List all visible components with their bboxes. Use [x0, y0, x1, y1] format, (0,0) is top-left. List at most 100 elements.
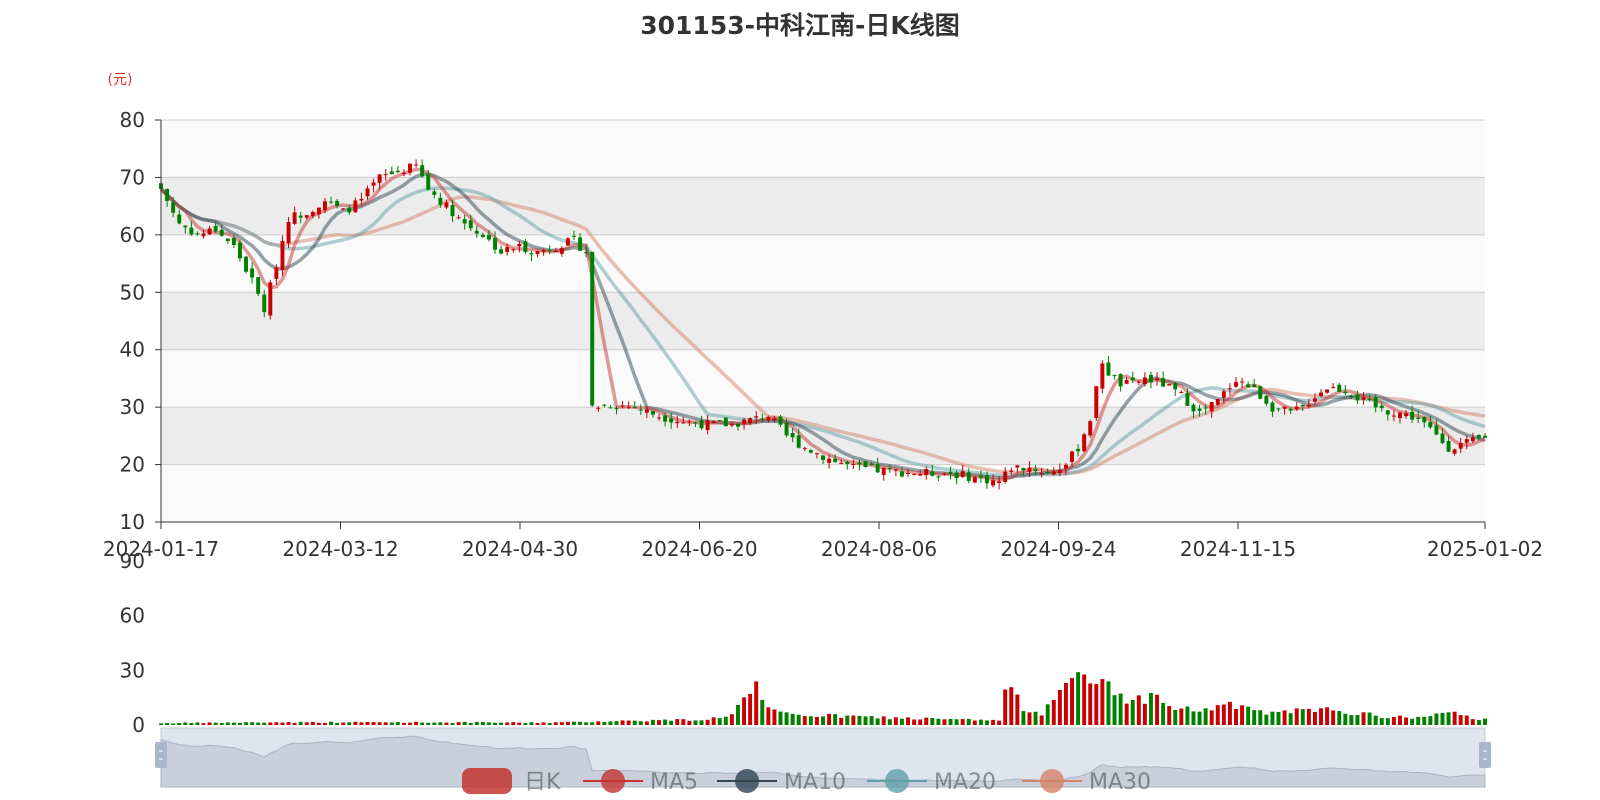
candle-body: [280, 240, 285, 270]
volume-bar: [808, 716, 813, 725]
candle-body: [827, 458, 832, 463]
volume-bar: [608, 721, 613, 725]
volume-bar: [420, 722, 425, 725]
candle-body: [772, 418, 777, 421]
candle-body: [1051, 471, 1056, 475]
candle-body: [711, 421, 716, 424]
volume-bar: [669, 720, 674, 725]
candle-body: [1483, 435, 1487, 438]
volume-bar: [1470, 719, 1475, 725]
volume-bar: [280, 722, 285, 725]
volume-bar: [1361, 712, 1366, 725]
candle: [268, 279, 273, 320]
y-tick-label: 40: [120, 338, 145, 362]
candle-body: [924, 469, 929, 476]
volume-bar: [298, 721, 303, 725]
volume-bar: [523, 722, 528, 725]
volume-bar: [875, 718, 880, 725]
volume-bar: [1227, 701, 1232, 725]
candle-body: [681, 422, 686, 424]
volume-bar: [256, 722, 261, 725]
candle-body: [948, 471, 953, 474]
candle-body: [1319, 392, 1323, 397]
volume-bar: [1179, 708, 1184, 725]
volume-bar: [578, 721, 583, 725]
volume-bar: [1428, 716, 1433, 725]
volume-bar: [1215, 705, 1220, 725]
candle-body: [1070, 451, 1074, 462]
volume-bar: [1057, 689, 1062, 725]
candle-body: [1130, 377, 1135, 381]
volume-bar: [341, 722, 346, 725]
candle-body: [1033, 469, 1038, 472]
candle-body: [1076, 448, 1081, 452]
legend-dot-icon: [885, 769, 909, 793]
candle-body: [335, 200, 340, 207]
volume-bar: [456, 722, 461, 725]
zoom-handle-right[interactable]: [1479, 742, 1491, 768]
candle-body: [523, 241, 528, 253]
volume-bar: [1234, 708, 1238, 725]
volume-bar: [262, 722, 267, 725]
candle-body: [1045, 472, 1050, 474]
candle-body: [1136, 381, 1141, 383]
candle-body: [1476, 435, 1481, 439]
candle-body: [972, 477, 977, 483]
candle-body: [930, 471, 935, 476]
candle-body: [735, 423, 740, 427]
candle-body: [1270, 402, 1275, 412]
candle-body: [802, 447, 807, 449]
candle: [1094, 386, 1099, 421]
volume-bar: [414, 721, 419, 725]
x-tick-label: 2024-06-20: [641, 537, 757, 561]
candle-body: [669, 418, 674, 423]
candle-body: [1227, 388, 1232, 390]
zoom-handle-grip[interactable]: [1479, 742, 1491, 768]
candle-body: [936, 476, 941, 478]
volume-bar: [693, 720, 698, 725]
y-tick-label: 50: [120, 280, 145, 304]
volume-bar: [1282, 710, 1287, 725]
candle-body: [499, 249, 504, 254]
volume-bar: [493, 722, 498, 725]
zoom-handle-grip[interactable]: [155, 742, 167, 768]
candle-body: [626, 406, 631, 408]
candle-body: [1063, 464, 1068, 469]
volume-bar: [1319, 708, 1323, 725]
volume-bar: [444, 722, 449, 725]
volume-bar: [590, 722, 595, 725]
volume-bar: [584, 722, 589, 725]
volume-bar: [1325, 707, 1330, 725]
candle-body: [420, 165, 425, 177]
candle-body: [395, 170, 400, 172]
volume-bar: [778, 711, 783, 725]
candle-body: [833, 458, 838, 462]
candle-body: [201, 233, 206, 237]
candle-body: [274, 267, 279, 279]
volume-bar: [1252, 710, 1257, 725]
candle-body: [1312, 398, 1317, 402]
volume-bar: [663, 719, 668, 725]
volume-bar: [960, 719, 965, 725]
volume-bar: [827, 713, 832, 725]
volume-bar: [1094, 684, 1099, 725]
candle-body: [1039, 473, 1044, 475]
volume-bar: [1082, 674, 1087, 725]
volume-bar: [948, 719, 953, 725]
candle: [256, 276, 261, 297]
candle-body: [1294, 406, 1299, 410]
volume-bar: [1009, 687, 1014, 725]
candle-body: [414, 164, 419, 166]
candle-body: [778, 416, 783, 425]
volume-bar: [863, 716, 868, 725]
candle-body: [250, 268, 255, 278]
volume-bar: [1155, 694, 1160, 725]
volume-bar: [1185, 706, 1190, 725]
volume-bar: [620, 720, 625, 725]
volume-bar: [1343, 713, 1348, 725]
candle-body: [863, 461, 868, 467]
zoom-handle-left[interactable]: [155, 742, 167, 768]
volume-bar: [924, 717, 929, 725]
candle-body: [323, 201, 327, 211]
candle-body: [1142, 377, 1147, 385]
